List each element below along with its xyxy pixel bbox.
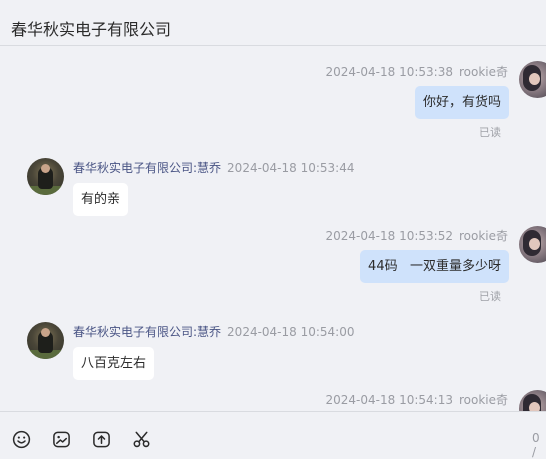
- message-incoming: 春华秋实电子有限公司:慧乔 2024-04-18 10:54:00 八百克左右: [0, 311, 546, 381]
- agent-avatar[interactable]: [27, 158, 64, 195]
- message-time: 2024-04-18 10:53:52: [325, 229, 453, 243]
- message-bubble[interactable]: 有的亲: [73, 183, 129, 216]
- message-incoming: 春华秋实电子有限公司:慧乔 2024-04-18 10:53:44 有的亲: [0, 147, 546, 219]
- message-time: 2024-04-18 10:53:44: [227, 161, 355, 175]
- message-meta: 2024-04-18 10:53:52 rookie奇: [326, 227, 508, 244]
- message-meta: 春华秋实电子有限公司:慧乔 2024-04-18 10:54:00: [73, 323, 355, 340]
- message-list[interactable]: 2024-04-18 10:53:38 rookie奇 你好，有货吗 已读 春华秋…: [0, 47, 546, 411]
- message-time: 2024-04-18 10:53:38: [325, 65, 453, 79]
- chat-title: 春华秋实电子有限公司: [11, 20, 172, 39]
- message-meta: 2024-04-18 10:53:38 rookie奇: [326, 63, 508, 80]
- sender-name: rookie奇: [458, 65, 508, 79]
- message-time: 2024-04-18 10:54:13: [325, 393, 453, 407]
- message-meta: 2024-04-18 10:54:13 rookie奇: [326, 391, 508, 408]
- read-status: 已读: [479, 126, 501, 139]
- message-outgoing: 2024-04-18 10:54:13 rookie奇: [0, 381, 546, 411]
- scissors-icon[interactable]: [131, 429, 151, 449]
- user-avatar[interactable]: [519, 61, 546, 98]
- upload-icon[interactable]: [91, 429, 111, 449]
- sender-name: rookie奇: [458, 393, 508, 407]
- read-status: 已读: [479, 290, 501, 303]
- message-bubble[interactable]: 44码 一双重量多少呀: [360, 250, 509, 283]
- message-meta: 春华秋实电子有限公司:慧乔 2024-04-18 10:53:44: [73, 159, 355, 176]
- sender-name: 春华秋实电子有限公司:慧乔: [73, 161, 222, 175]
- chat-header: 春华秋实电子有限公司: [0, 0, 546, 46]
- message-time: 2024-04-18 10:54:00: [227, 325, 355, 339]
- message-outgoing: 2024-04-18 10:53:52 rookie奇 44码 一双重量多少呀 已…: [0, 219, 546, 311]
- character-counter: 0 /: [532, 431, 540, 459]
- message-bubble[interactable]: 你好，有货吗: [414, 86, 509, 119]
- message-bubble[interactable]: 八百克左右: [73, 347, 155, 380]
- emoji-icon[interactable]: [11, 429, 31, 449]
- input-toolbar: 0 /: [0, 411, 546, 459]
- user-avatar[interactable]: [519, 390, 546, 411]
- user-avatar[interactable]: [519, 226, 546, 263]
- sender-name: rookie奇: [458, 229, 508, 243]
- agent-avatar[interactable]: [27, 322, 64, 359]
- message-outgoing: 2024-04-18 10:53:38 rookie奇 你好，有货吗 已读: [0, 47, 546, 147]
- sender-name: 春华秋实电子有限公司:慧乔: [73, 325, 222, 339]
- image-icon[interactable]: [51, 429, 71, 449]
